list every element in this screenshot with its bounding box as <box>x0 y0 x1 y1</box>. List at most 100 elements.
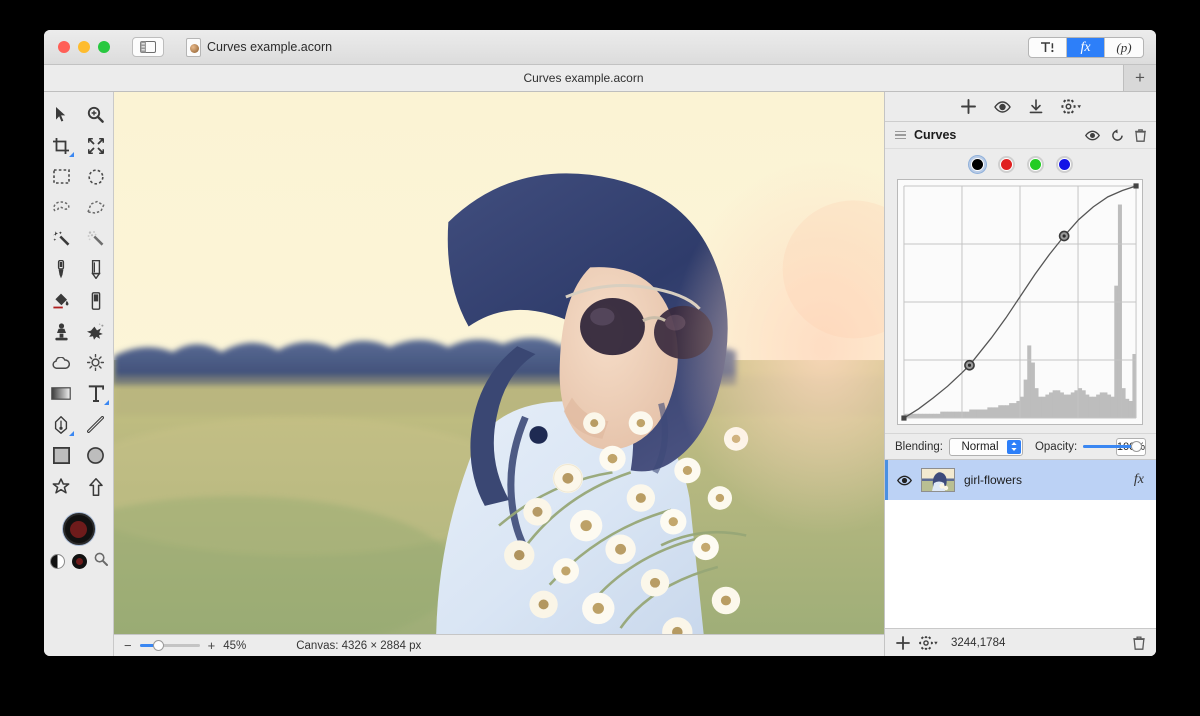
filters-toggle-segment[interactable]: fx <box>1067 38 1105 57</box>
curve-control-point[interactable] <box>1133 183 1138 188</box>
zoom-in-button[interactable]: + <box>208 638 216 653</box>
delete-filter-icon[interactable] <box>1135 129 1146 142</box>
zoom-button[interactable] <box>98 41 110 53</box>
document-chip[interactable]: Curves example.acorn <box>186 38 332 57</box>
clone-stamp-tool[interactable] <box>49 321 73 342</box>
gradient-tool[interactable] <box>49 383 73 404</box>
blending-row: Blending: Normal Opacity: 100% <box>885 433 1156 459</box>
ellipse-marquee-icon <box>88 169 104 185</box>
reset-colors-icon[interactable] <box>72 554 87 569</box>
filter-title: Curves <box>914 128 956 142</box>
transform-arrows-icon <box>88 138 104 154</box>
zoom-out-button[interactable]: − <box>124 638 132 653</box>
line-tool[interactable] <box>84 414 108 435</box>
filter-settings-gear-icon[interactable] <box>1061 99 1081 114</box>
document-title: Curves example.acorn <box>207 40 332 54</box>
window-controls[interactable] <box>58 41 110 53</box>
star-shape-tool[interactable] <box>49 476 73 497</box>
layer-settings-gear-icon[interactable] <box>919 636 938 650</box>
magic-wand-tool[interactable] <box>49 228 73 249</box>
arrow-up-icon <box>89 478 103 496</box>
opacity-label: Opacity: <box>1035 441 1077 453</box>
blur-tool[interactable] <box>49 352 73 373</box>
canvas-status-bar: − + 45% Canvas: 4326 × 2884 px <box>114 634 884 656</box>
tool-row <box>44 197 113 218</box>
color-picker-icon[interactable] <box>94 552 108 571</box>
tools-icon <box>1040 41 1055 54</box>
blending-mode-value: Normal <box>961 441 998 453</box>
bezier-pen-tool[interactable] <box>49 414 73 435</box>
zoom-slider[interactable] <box>140 644 200 647</box>
palette-label: (p) <box>1116 40 1131 56</box>
text-tool[interactable] <box>84 383 108 404</box>
magic-wand-icon <box>53 230 70 247</box>
rectangle-select-tool[interactable] <box>49 166 73 187</box>
sun-icon <box>87 354 104 371</box>
tool-row <box>44 383 113 404</box>
swatch-controls <box>50 552 108 571</box>
cursor-arrow-icon <box>55 106 67 123</box>
star-icon <box>52 478 70 495</box>
eraser-tool[interactable] <box>84 290 108 311</box>
rectangle-shape-tool[interactable] <box>49 445 73 466</box>
smudge-icon <box>87 323 105 340</box>
inspector-segmented-control[interactable]: fx (p) <box>1028 37 1144 58</box>
zoom-slider-knob[interactable] <box>153 640 164 651</box>
tool-row <box>44 290 113 311</box>
curve-control-point[interactable] <box>965 361 974 370</box>
blending-label: Blending: <box>895 441 943 453</box>
arrow-shape-tool[interactable] <box>84 476 108 497</box>
crop-tool[interactable] <box>49 135 73 156</box>
brush-icon <box>56 260 66 279</box>
channel-selector <box>885 149 1156 179</box>
curve-control-point[interactable] <box>1060 231 1069 240</box>
channel-red-button[interactable] <box>998 156 1015 173</box>
document-canvas[interactable] <box>114 92 884 634</box>
canvas-viewport[interactable] <box>114 92 884 634</box>
delete-layer-button[interactable] <box>1133 636 1145 650</box>
layer-visibility-icon[interactable] <box>897 475 912 486</box>
channel-blue-button[interactable] <box>1056 156 1073 173</box>
drag-handle-icon[interactable] <box>895 131 906 140</box>
instant-alpha-tool[interactable] <box>84 228 108 249</box>
blending-mode-select[interactable]: Normal <box>949 438 1023 456</box>
add-filter-icon[interactable] <box>961 99 976 114</box>
dodge-tool[interactable] <box>84 352 108 373</box>
pencil-tool[interactable] <box>84 259 108 280</box>
opacity-slider[interactable] <box>1083 445 1110 448</box>
smudge-tool[interactable] <box>84 321 108 342</box>
ellipse-shape-tool[interactable] <box>84 445 108 466</box>
preview-filter-icon[interactable] <box>994 100 1011 114</box>
tab-label: Curves example.acorn <box>523 71 643 85</box>
canvas-size-label: Canvas: 4326 × 2884 px <box>296 640 421 652</box>
layer-row[interactable]: girl-flowers fx <box>885 460 1156 500</box>
tool-row <box>44 135 113 156</box>
minimize-button[interactable] <box>78 41 90 53</box>
close-button[interactable] <box>58 41 70 53</box>
reset-filter-icon[interactable] <box>1111 129 1124 142</box>
download-preset-icon[interactable] <box>1029 99 1043 114</box>
tab-curves-example[interactable]: Curves example.acorn <box>44 65 1124 91</box>
polygon-select-tool[interactable] <box>84 197 108 218</box>
sidebar-toggle-button[interactable] <box>132 37 164 57</box>
layer-fx-badge[interactable]: fx <box>1134 472 1144 488</box>
toggle-visibility-icon[interactable] <box>1085 130 1100 141</box>
add-layer-button[interactable] <box>896 636 910 650</box>
paint-bucket-tool[interactable] <box>49 290 73 311</box>
channel-rgb-button[interactable] <box>969 156 986 173</box>
tools-toggle-segment[interactable] <box>1029 38 1067 57</box>
foreground-color-swatch[interactable] <box>63 513 95 545</box>
brush-tool[interactable] <box>49 259 73 280</box>
curve-control-point[interactable] <box>901 415 906 420</box>
swap-colors-icon[interactable] <box>50 554 65 569</box>
lasso-select-tool[interactable] <box>49 197 73 218</box>
zoom-tool[interactable] <box>84 104 108 125</box>
palette-toggle-segment[interactable]: (p) <box>1105 38 1143 57</box>
zoom-level-label: 45% <box>223 640 246 652</box>
ellipse-select-tool[interactable] <box>84 166 108 187</box>
curves-graph[interactable] <box>897 179 1143 425</box>
channel-green-button[interactable] <box>1027 156 1044 173</box>
new-tab-button[interactable]: + <box>1124 65 1156 91</box>
move-tool[interactable] <box>49 104 73 125</box>
transform-tool[interactable] <box>84 135 108 156</box>
